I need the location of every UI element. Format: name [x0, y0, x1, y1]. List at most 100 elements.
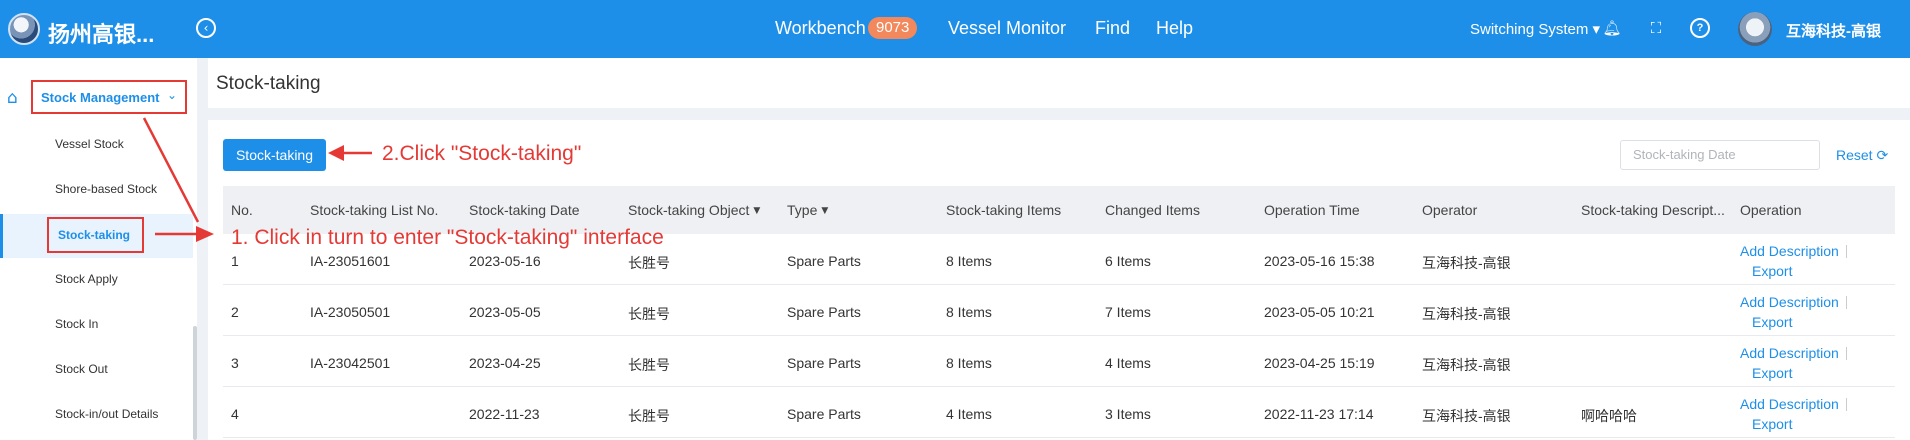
cell-op-time: 2023-05-05 10:21: [1264, 304, 1375, 320]
cell-changed: 4 Items: [1105, 355, 1151, 371]
cell-desc: 啊哈哈哈: [1581, 408, 1637, 424]
sidebar-item-stock-out[interactable]: Stock Out: [55, 362, 108, 376]
col-items: Stock-taking Items: [946, 202, 1062, 218]
col-list-no: Stock-taking List No.: [310, 202, 439, 218]
help-icon[interactable]: ?: [1690, 18, 1710, 38]
cell-list-no: IA-23042501: [310, 355, 391, 371]
sort-caret-icon: ▼: [821, 206, 829, 216]
add-description-link[interactable]: Add Description: [1740, 345, 1839, 361]
bell-icon[interactable]: 🔔︎: [1602, 18, 1622, 38]
table-row: 2 IA-23050501 2023-05-05 长胜号 Spare Parts…: [223, 285, 1895, 336]
sidebar-group-stock-management[interactable]: Stock Management ⌄: [31, 80, 187, 114]
sidebar-item-stock-inout-details[interactable]: Stock-in/out Details: [55, 407, 158, 421]
cell-no: 2: [231, 304, 239, 320]
export-link[interactable]: Export: [1752, 365, 1792, 381]
col-desc: Stock-taking Descript...: [1581, 202, 1725, 218]
cell-items: 8 Items: [946, 355, 992, 371]
col-object[interactable]: Stock-taking Object ▼: [628, 202, 760, 218]
add-description-link[interactable]: Add Description: [1740, 294, 1839, 310]
operation-divider: [1846, 398, 1847, 411]
chevron-down-icon: ⌄: [167, 88, 178, 102]
workbench-badge: 9073: [868, 17, 918, 39]
cell-date: 2023-05-16: [469, 253, 541, 269]
cell-items: 8 Items: [946, 253, 992, 269]
cell-operator: 互海科技-高银: [1422, 408, 1511, 424]
col-type-label: Type: [787, 202, 818, 218]
cell-type: Spare Parts: [787, 304, 861, 320]
sidebar-item-label: Stock-taking: [58, 228, 131, 242]
sidebar-item-vessel-stock[interactable]: Vessel Stock: [55, 137, 124, 151]
collapse-menu-icon[interactable]: ‹: [196, 18, 216, 38]
cell-operator: 互海科技-高银: [1422, 306, 1511, 322]
cell-operator: 互海科技-高银: [1422, 357, 1511, 373]
col-date: Stock-taking Date: [469, 202, 580, 218]
cell-no: 1: [231, 253, 239, 269]
cell-object: 长胜号: [628, 306, 670, 322]
sidebar-item-stock-in[interactable]: Stock In: [55, 317, 98, 331]
stock-taking-button[interactable]: Stock-taking: [223, 139, 326, 171]
nav-workbench[interactable]: Workbench: [775, 18, 866, 39]
fullscreen-icon[interactable]: ⛶: [1646, 18, 1666, 38]
annotation-step1: 1. Click in turn to enter "Stock-taking"…: [231, 226, 664, 249]
cell-items: 8 Items: [946, 304, 992, 320]
cell-list-no: IA-23051601: [310, 253, 391, 269]
cell-type: Spare Parts: [787, 406, 861, 422]
cell-no: 4: [231, 406, 239, 422]
stock-taking-date-input[interactable]: Stock-taking Date: [1620, 140, 1820, 170]
sidebar-item-stock-taking[interactable]: Stock-taking: [47, 217, 144, 253]
operation-divider: [1846, 347, 1847, 360]
title-bar: Stock-taking: [208, 58, 1910, 108]
col-no: No.: [231, 202, 253, 218]
sidebar: ⌂ Stock Management ⌄ Vessel Stock Shore-…: [0, 58, 197, 440]
add-description-link[interactable]: Add Description: [1740, 243, 1839, 259]
cell-object: 长胜号: [628, 357, 670, 373]
username[interactable]: 互海科技-高银: [1786, 20, 1881, 41]
cell-op-time: 2023-04-25 15:19: [1264, 355, 1375, 371]
operation-divider: [1846, 296, 1847, 309]
nav-find[interactable]: Find: [1095, 18, 1130, 39]
add-description-link[interactable]: Add Description: [1740, 396, 1839, 412]
export-link[interactable]: Export: [1752, 263, 1792, 279]
switching-system-dropdown[interactable]: Switching System ▾: [1470, 20, 1600, 38]
col-object-label: Stock-taking Object: [628, 202, 750, 218]
cell-items: 4 Items: [946, 406, 992, 422]
cell-op-time: 2022-11-23 17:14: [1264, 406, 1374, 422]
sidebar-scrollbar[interactable]: [193, 326, 197, 440]
operation-divider: [1846, 245, 1847, 258]
reset-button[interactable]: Reset ⟳: [1836, 147, 1888, 164]
sidebar-group-label: Stock Management: [41, 90, 160, 105]
sort-caret-icon: ▼: [753, 206, 761, 216]
nav-help[interactable]: Help: [1156, 18, 1193, 39]
cell-date: 2022-11-23: [469, 406, 540, 422]
cell-date: 2023-04-25: [469, 355, 541, 371]
annotation-step2: 2.Click "Stock-taking": [382, 142, 582, 165]
page-title: Stock-taking: [216, 73, 321, 94]
col-changed: Changed Items: [1105, 202, 1200, 218]
sidebar-item-stock-apply[interactable]: Stock Apply: [55, 272, 118, 286]
table-row: 3 IA-23042501 2023-04-25 长胜号 Spare Parts…: [223, 336, 1895, 387]
cell-object: 长胜号: [628, 255, 670, 271]
company-name[interactable]: 扬州高银...: [48, 17, 154, 49]
company-logo: [8, 13, 40, 45]
cell-operator: 互海科技-高银: [1422, 255, 1511, 271]
nav-vessel-monitor[interactable]: Vessel Monitor: [948, 18, 1066, 39]
cell-type: Spare Parts: [787, 355, 861, 371]
refresh-icon: ⟳: [1876, 148, 1889, 164]
cell-type: Spare Parts: [787, 253, 861, 269]
table-row: 4 2022-11-23 长胜号 Spare Parts 4 Items 3 I…: [223, 387, 1895, 438]
cell-changed: 7 Items: [1105, 304, 1151, 320]
avatar[interactable]: [1738, 12, 1772, 46]
cell-changed: 6 Items: [1105, 253, 1151, 269]
cell-op-time: 2023-05-16 15:38: [1264, 253, 1375, 269]
col-operator: Operator: [1422, 202, 1478, 218]
export-link[interactable]: Export: [1752, 314, 1792, 330]
col-type[interactable]: Type ▼: [787, 202, 828, 218]
cell-date: 2023-05-05: [469, 304, 541, 320]
export-link[interactable]: Export: [1752, 416, 1792, 432]
top-bar: 扬州高银... ‹ Workbench 9073 Vessel Monitor …: [0, 0, 1910, 58]
col-op-time: Operation Time: [1264, 202, 1360, 218]
content-panel: Stock-taking Stock-taking Date Reset ⟳ N…: [208, 120, 1910, 440]
cell-list-no: IA-23050501: [310, 304, 391, 320]
sidebar-item-shore-based-stock[interactable]: Shore-based Stock: [55, 182, 157, 196]
col-operation: Operation: [1740, 202, 1802, 218]
